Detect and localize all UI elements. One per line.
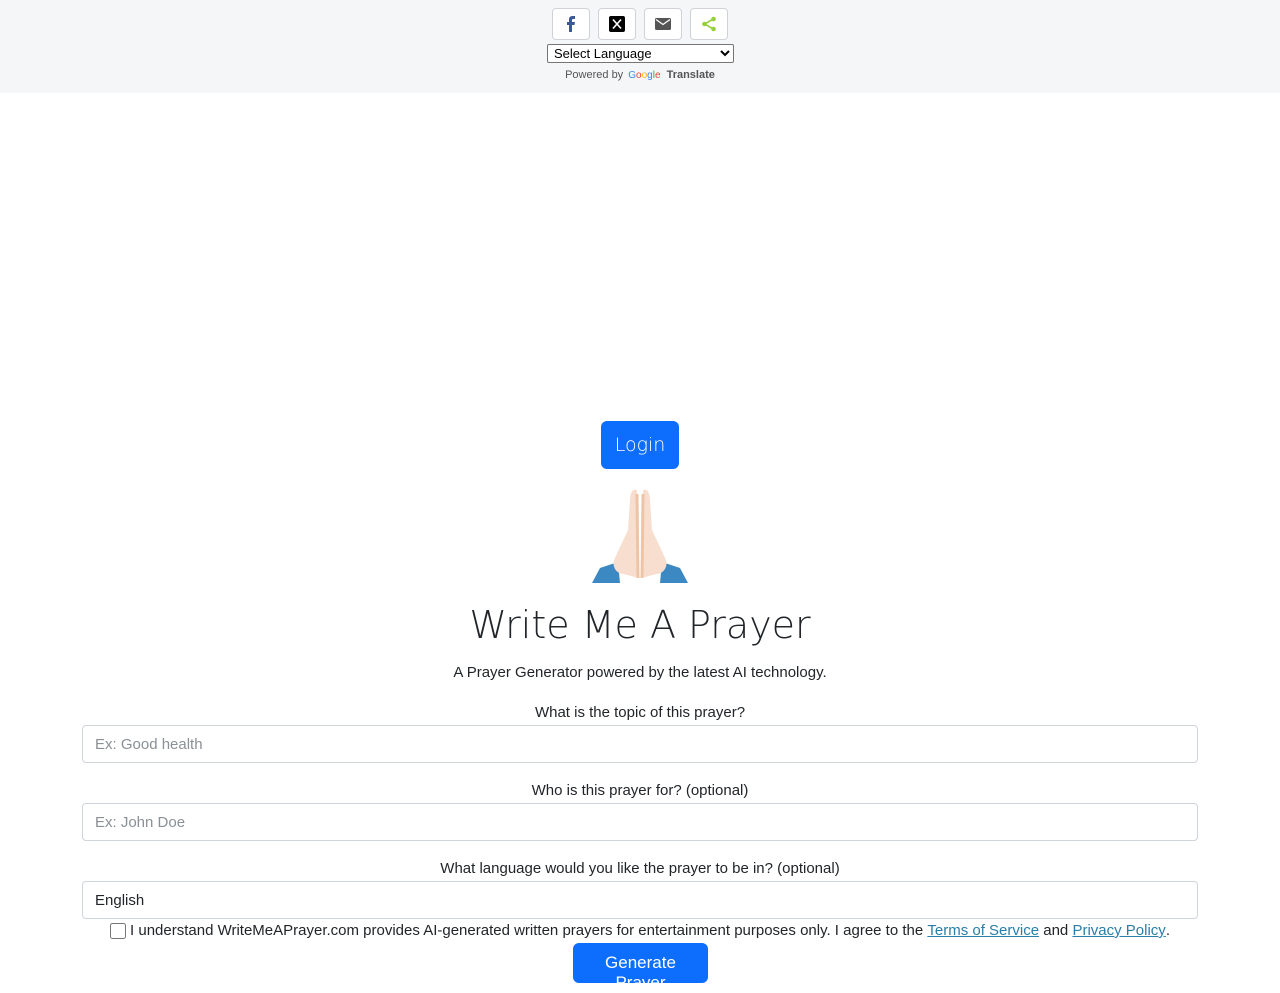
translate-link[interactable]: Translate (667, 69, 715, 81)
agree-text: I understand WriteMeAPrayer.com provides… (130, 922, 924, 939)
privacy-link[interactable]: Privacy Policy (1072, 922, 1165, 939)
topic-input[interactable] (82, 725, 1198, 763)
sharethis-share-button[interactable] (690, 8, 728, 40)
google-wordmark: Google (628, 70, 660, 81)
google-letter: G (628, 70, 637, 81)
agreement-row: I understand WriteMeAPrayer.com provides… (0, 922, 1280, 939)
page-title: Write Me A Prayer (469, 603, 811, 647)
top-bar: Select Language Powered by Google Transl… (0, 0, 1280, 93)
share-icon (702, 16, 716, 32)
share-buttons (552, 8, 728, 40)
page-subtitle: A Prayer Generator powered by the latest… (453, 664, 827, 681)
powered-by-google-translate: Powered by Google Translate (0, 69, 1280, 81)
email-share-button[interactable] (644, 8, 682, 40)
google-logo[interactable]: Google (628, 70, 660, 81)
generate-prayer-button[interactable]: Generate Prayer (573, 943, 708, 992)
topic-label: What is the topic of this prayer? (534, 704, 746, 721)
facebook-icon (567, 16, 575, 32)
prayer-for-label: Who is this prayer for? (optional) (531, 782, 749, 799)
x-share-button[interactable] (598, 8, 636, 40)
powered-by-text: Powered by (565, 69, 624, 81)
language-label: What language would you like the prayer … (440, 860, 840, 877)
google-letter: e (654, 70, 661, 81)
language-select[interactable]: Select Language (547, 44, 734, 63)
agree-checkbox[interactable] (110, 922, 127, 939)
and-text: and (1043, 922, 1069, 939)
x-icon (609, 16, 625, 32)
facebook-share-button[interactable] (552, 8, 590, 40)
prayer-for-input[interactable] (82, 803, 1198, 841)
language-input[interactable] (82, 881, 1198, 919)
praying-hands-icon (592, 489, 688, 583)
login-button[interactable]: Login (601, 421, 679, 469)
email-icon (655, 18, 671, 30)
period-text: . (1165, 922, 1170, 939)
terms-link[interactable]: Terms of Service (927, 922, 1039, 939)
